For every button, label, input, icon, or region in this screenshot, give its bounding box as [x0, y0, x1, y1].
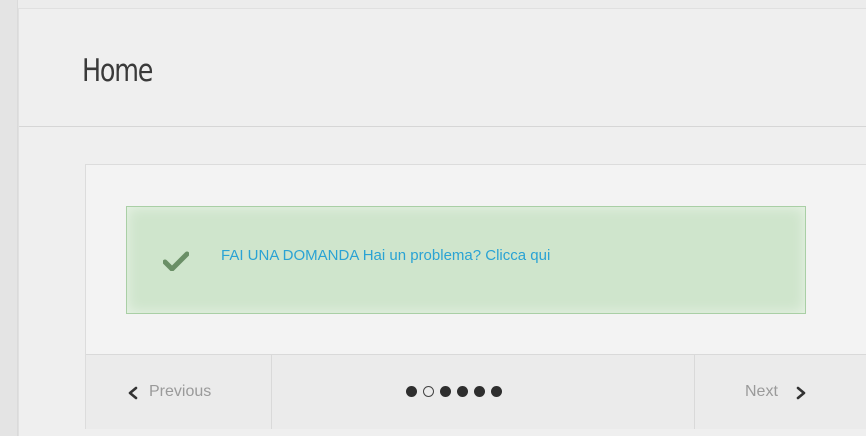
slide-indicator-3[interactable] [440, 386, 451, 397]
ask-question-link[interactable]: FAI UNA DOMANDA Hai un problema? Clicca … [221, 247, 550, 264]
left-edge [0, 0, 18, 436]
chevron-right-icon [796, 386, 806, 400]
next-label: Next [745, 383, 778, 400]
page-header: Home [19, 9, 866, 127]
slide-indicator-6[interactable] [491, 386, 502, 397]
slide-indicator-5[interactable] [474, 386, 485, 397]
previous-button[interactable]: Previous [86, 355, 272, 429]
slide-indicator-1[interactable] [406, 386, 417, 397]
success-alert: FAI UNA DOMANDA Hai un problema? Clicca … [126, 206, 806, 314]
chevron-left-icon [128, 386, 138, 400]
carousel: FAI UNA DOMANDA Hai un problema? Clicca … [85, 164, 866, 429]
check-icon [163, 251, 189, 271]
carousel-footer: Previous Next [86, 354, 866, 429]
carousel-indicators [406, 386, 502, 400]
slide-indicator-4[interactable] [457, 386, 468, 397]
slide-indicator-2[interactable] [423, 386, 434, 397]
previous-label: Previous [149, 383, 212, 400]
page-title: Home [82, 53, 153, 89]
next-button[interactable]: Next [694, 355, 866, 429]
main-panel: Home FAI UNA DOMANDA Hai un problema? Cl… [18, 8, 866, 436]
page-frame: Home FAI UNA DOMANDA Hai un problema? Cl… [0, 0, 866, 436]
